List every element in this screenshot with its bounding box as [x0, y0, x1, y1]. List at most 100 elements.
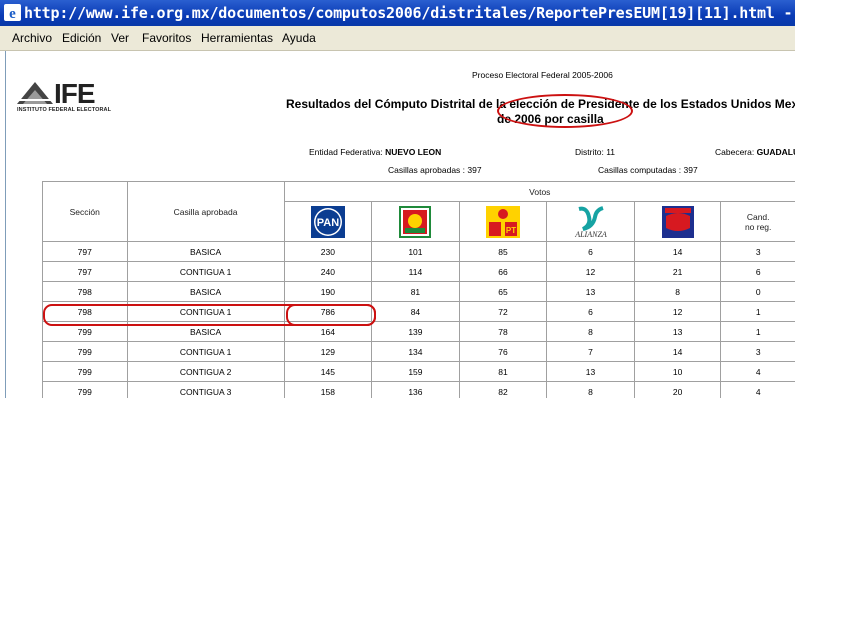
- cell-votos: 0: [720, 281, 795, 302]
- cell-votos: 4: [720, 361, 795, 382]
- cell-seccion: 799: [42, 361, 128, 382]
- cell-votos: 10: [633, 361, 722, 382]
- cell-votos: 101: [371, 241, 460, 262]
- highlight-pan-786: [286, 304, 376, 326]
- cell-votos: 13: [546, 281, 635, 302]
- cell-casilla: CONTIGUA 1: [126, 341, 285, 362]
- cell-votos: 14: [633, 241, 722, 262]
- cell-votos: 66: [458, 261, 548, 282]
- cell-votos: 114: [371, 261, 460, 282]
- entidad-federativa: Entidad Federativa: NUEVO LEON: [309, 147, 442, 157]
- logo-text: IFE: [54, 78, 96, 109]
- coalition-pbt-icon: PT: [485, 205, 520, 238]
- cell-votos: 3: [720, 341, 795, 362]
- menu-herramientas[interactable]: Herramientas: [201, 31, 273, 45]
- cell-votos: 6: [546, 301, 635, 322]
- cell-votos: 129: [283, 341, 373, 362]
- proceso-electoral: Proceso Electoral Federal 2005-2006: [472, 70, 613, 80]
- svg-text:PAN: PAN: [317, 217, 339, 229]
- alternativa-icon: [661, 205, 694, 238]
- menu-bar: Archivo Edición Ver Favoritos Herramient…: [0, 26, 795, 51]
- cell-votos: 13: [633, 321, 722, 342]
- cell-votos: 6: [546, 241, 635, 262]
- cell-seccion: 797: [42, 241, 128, 262]
- cell-seccion: 797: [42, 261, 128, 282]
- svg-text:e: e: [9, 6, 16, 21]
- cell-seccion: 799: [42, 381, 128, 398]
- header-casilla: Casilla aprobada: [126, 181, 285, 242]
- window-title: http://www.ife.org.mx/documentos/computo…: [24, 4, 795, 22]
- cell-votos: 21: [633, 261, 722, 282]
- table-row: 797 CONTIGUA 1 240 114 66 12 21 6: [42, 261, 795, 282]
- table-row: 797 BASICA 230 101 85 6 14 3: [42, 241, 795, 262]
- table-row: 799 CONTIGUA 3 158 136 82 8 20 4: [42, 381, 795, 398]
- alternativa-logo: [633, 201, 722, 242]
- cell-seccion: 799: [42, 341, 128, 362]
- pan-logo: PAN: [283, 201, 373, 242]
- cell-votos: 158: [283, 381, 373, 398]
- cell-votos: 159: [371, 361, 460, 382]
- pbt-logo: PT: [458, 201, 548, 242]
- cell-votos: 20: [633, 381, 722, 398]
- cell-votos: 190: [283, 281, 373, 302]
- header-cand-no-reg: Cand. no reg.: [720, 201, 795, 242]
- table-row: 799 CONTIGUA 1 129 134 76 7 14 3: [42, 341, 795, 362]
- cell-votos: 8: [633, 281, 722, 302]
- cell-votos: 72: [458, 301, 548, 322]
- page-content: IFE INSTITUTO FEDERAL ELECTORAL Proceso …: [5, 51, 795, 398]
- nueva-alianza-logo: ALIANZA: [546, 201, 635, 242]
- table-row: 799 CONTIGUA 2 145 159 81 13 10 4: [42, 361, 795, 382]
- distrito: Distrito: 11: [575, 147, 616, 157]
- internet-explorer-icon: e: [4, 4, 21, 21]
- cell-casilla: CONTIGUA 2: [126, 361, 285, 382]
- cell-casilla: BASICA: [126, 241, 285, 262]
- cell-votos: 65: [458, 281, 548, 302]
- cell-casilla: BASICA: [126, 281, 285, 302]
- cell-votos: 240: [283, 261, 373, 282]
- menu-ayuda[interactable]: Ayuda: [282, 31, 316, 45]
- results-table: Sección Casilla aprobada Votos PAN PT AL…: [42, 181, 795, 398]
- highlight-oval-title: [497, 94, 633, 128]
- cell-votos: 12: [633, 301, 722, 322]
- cell-votos: 81: [458, 361, 548, 382]
- cell-votos: 12: [546, 261, 635, 282]
- cell-votos: 78: [458, 321, 548, 342]
- cell-casilla: CONTIGUA 1: [126, 261, 285, 282]
- cell-votos: 76: [458, 341, 548, 362]
- cell-seccion: 798: [42, 281, 128, 302]
- cell-votos: 8: [546, 381, 635, 398]
- coalition-apm-icon: [399, 205, 432, 238]
- nueva-alianza-icon: ALIANZA: [574, 205, 607, 239]
- cell-votos: 6: [720, 261, 795, 282]
- cell-votos: 4: [720, 381, 795, 398]
- cell-votos: 85: [458, 241, 548, 262]
- title-bar: e http://www.ife.org.mx/documentos/compu…: [0, 0, 795, 26]
- svg-text:PT: PT: [506, 226, 516, 235]
- cell-votos: 14: [633, 341, 722, 362]
- cell-votos: 136: [371, 381, 460, 398]
- cell-casilla: CONTIGUA 3: [126, 381, 285, 398]
- cell-votos: 145: [283, 361, 373, 382]
- header-votos: Votos: [283, 181, 795, 202]
- cell-votos: 1: [720, 321, 795, 342]
- cell-votos: 8: [546, 321, 635, 342]
- cell-votos: 81: [371, 281, 460, 302]
- header-seccion: Sección: [42, 181, 128, 242]
- svg-text:ALIANZA: ALIANZA: [574, 230, 607, 239]
- casillas-aprobadas: Casillas aprobadas : 397: [388, 165, 482, 175]
- casillas-computadas: Casillas computadas : 397: [598, 165, 698, 175]
- apm-logo: [371, 201, 460, 242]
- cell-votos: 134: [371, 341, 460, 362]
- mountain-icon: [17, 82, 53, 104]
- menu-favoritos[interactable]: Favoritos: [142, 31, 191, 45]
- browser-window: e http://www.ife.org.mx/documentos/compu…: [0, 0, 795, 398]
- cell-votos: 3: [720, 241, 795, 262]
- cell-votos: 1: [720, 301, 795, 322]
- cell-votos: 230: [283, 241, 373, 262]
- menu-archivo[interactable]: Archivo: [12, 31, 52, 45]
- cell-votos: 13: [546, 361, 635, 382]
- menu-edicion[interactable]: Edición: [62, 31, 101, 45]
- menu-ver[interactable]: Ver: [111, 31, 129, 45]
- logo-subtitle: INSTITUTO FEDERAL ELECTORAL: [17, 107, 112, 113]
- pan-icon: PAN: [310, 205, 345, 238]
